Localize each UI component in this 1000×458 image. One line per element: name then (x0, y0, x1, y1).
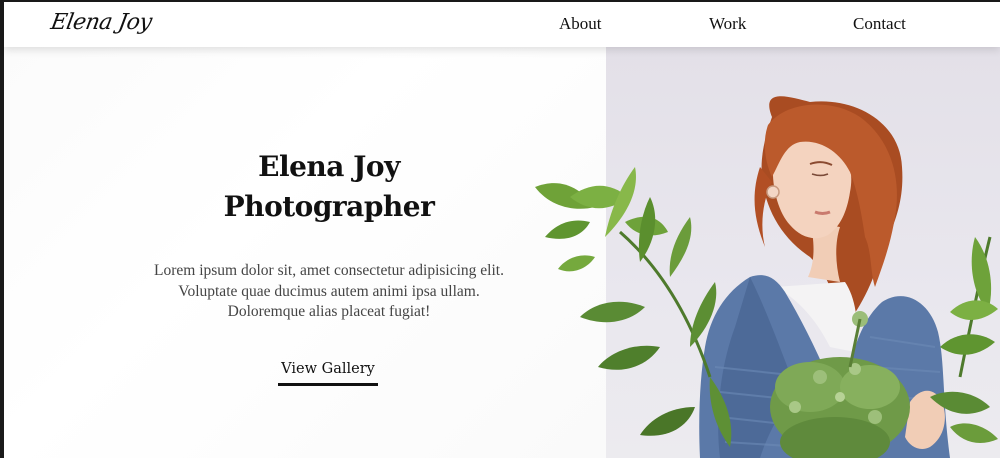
nav-link-about[interactable]: About (559, 14, 602, 34)
nav-link-contact[interactable]: Contact (853, 14, 906, 34)
hero-title-line-1: Elena Joy (258, 150, 400, 183)
hero-photo (535, 96, 998, 458)
page: Elena Joy About Work Contact Elena Joy P… (0, 0, 1000, 458)
hero-description-line-3: Doloremque alias placeat fugiat! (227, 303, 431, 320)
earring (766, 185, 780, 199)
hero-title: Elena Joy Photographer (204, 147, 454, 227)
lips (814, 210, 831, 215)
logo[interactable]: Elena Joy (49, 10, 154, 35)
hero-title-line-2: Photographer (223, 190, 435, 223)
hero-description: Lorem ipsum dolor sit, amet consectetur … (119, 261, 539, 323)
hero-description-line-1: Lorem ipsum dolor sit, amet consectetur … (154, 262, 504, 279)
nav-link-work[interactable]: Work (709, 14, 746, 34)
hero-description-line-2: Voluptate quae ducimus autem animi ipsa … (178, 282, 480, 300)
navbar: Elena Joy About Work Contact (4, 2, 1000, 47)
view-gallery-button[interactable]: View Gallery (278, 361, 378, 386)
